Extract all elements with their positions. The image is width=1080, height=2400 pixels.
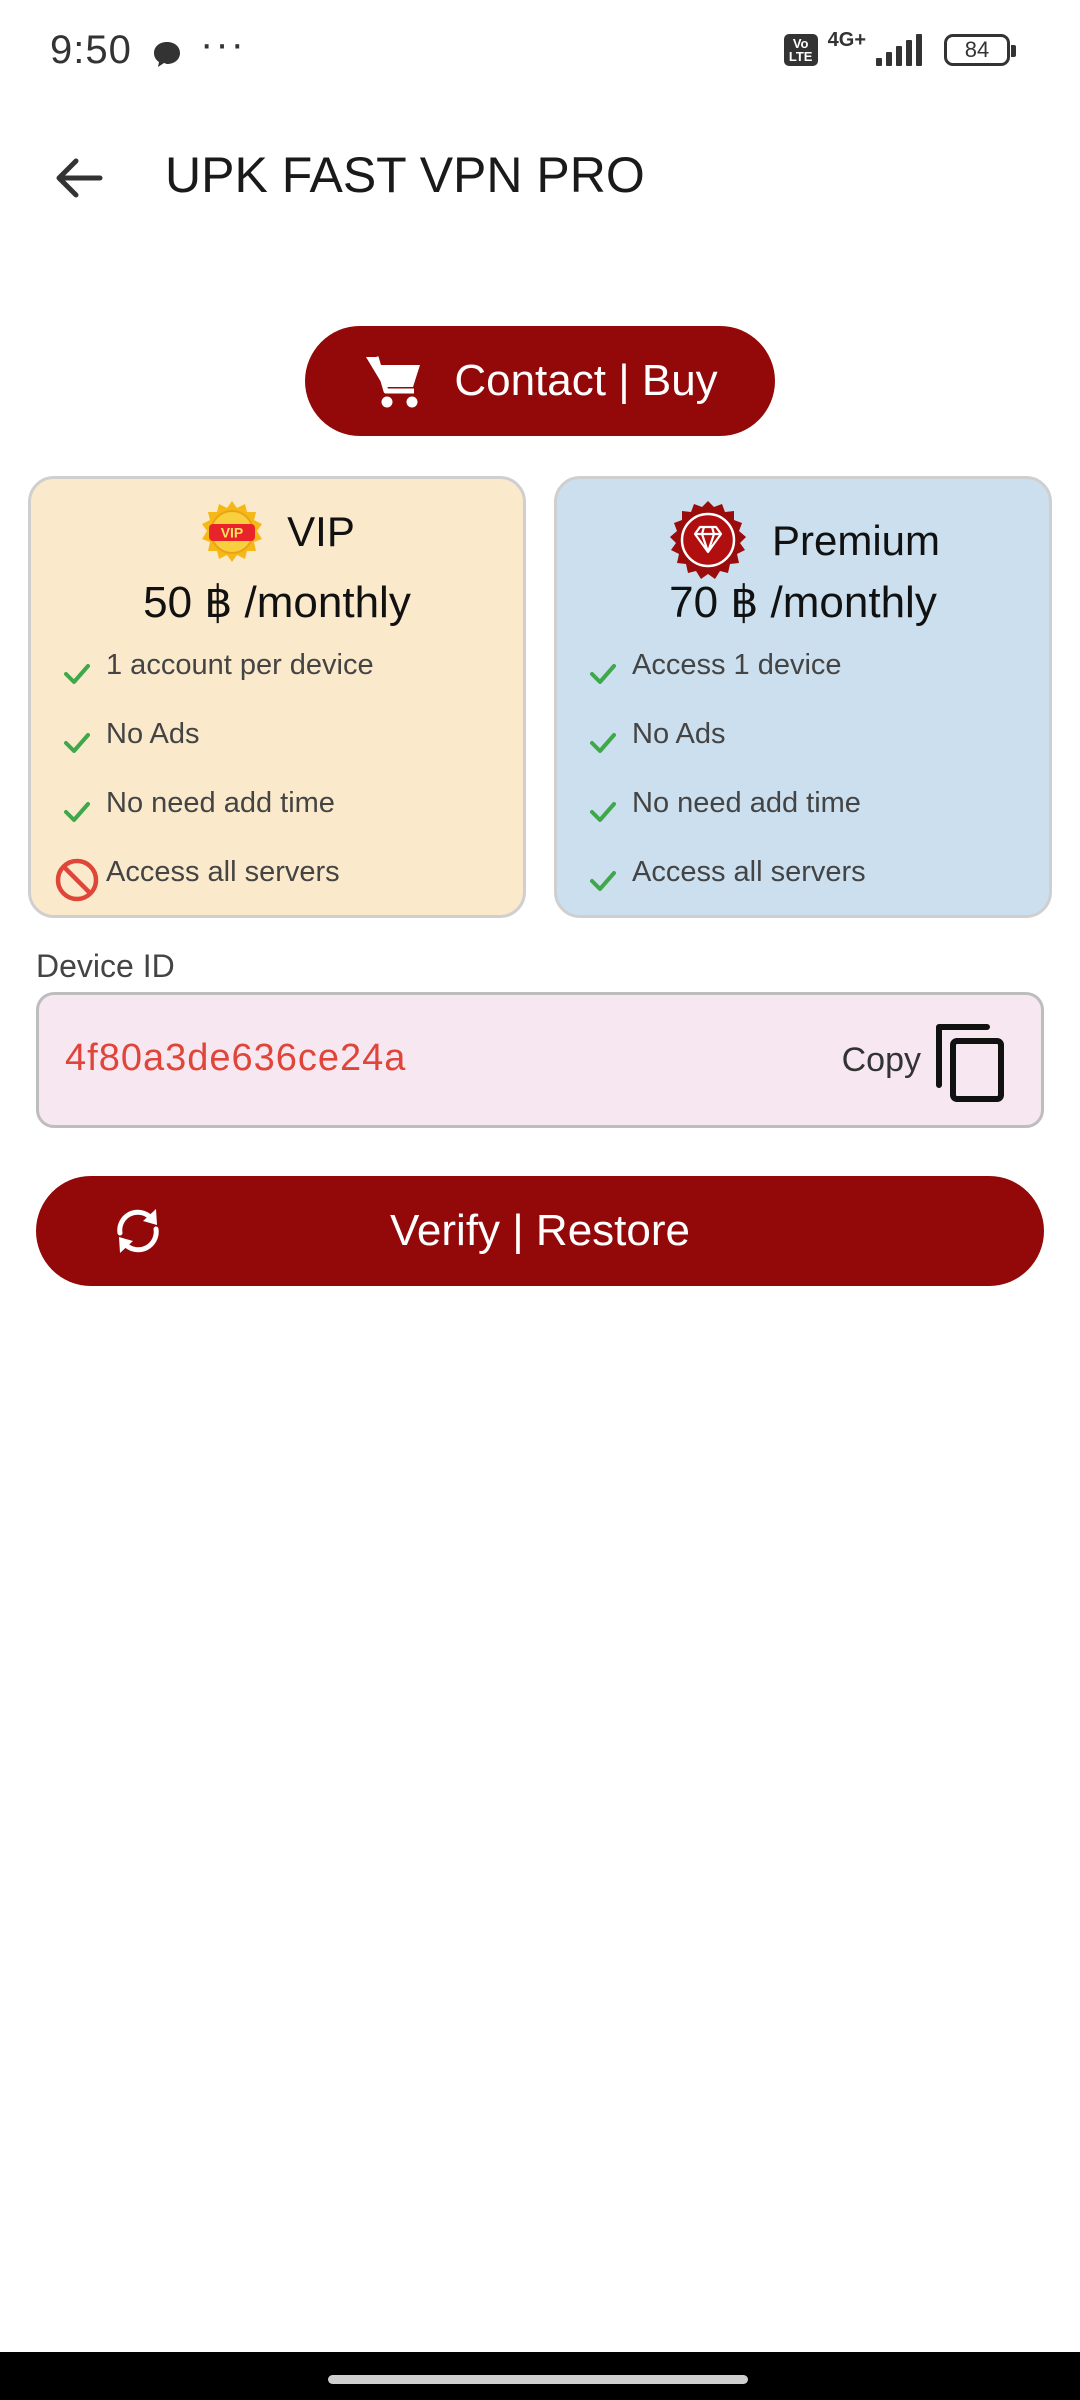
copy-label[interactable]: Copy bbox=[842, 1041, 921, 1080]
device-id-field: 4f80a3de636ce24a Copy bbox=[36, 992, 1044, 1128]
premium-feature-item: Access 1 device bbox=[557, 641, 1049, 701]
premium-plan-price: 70 ฿ /monthly bbox=[669, 578, 937, 627]
check-icon bbox=[579, 856, 627, 904]
system-nav-bar bbox=[0, 2352, 1080, 2400]
check-icon bbox=[579, 787, 627, 835]
vip-feature-item: Access all servers bbox=[31, 848, 523, 908]
device-id-label: Device ID bbox=[36, 948, 175, 984]
volte-icon: Vo LTE bbox=[783, 34, 818, 66]
premium-feature-item: Access all servers bbox=[557, 848, 1049, 908]
page-title: UPK FAST VPN PRO bbox=[165, 147, 645, 203]
device-id-value: 4f80a3de636ce24a bbox=[65, 1037, 407, 1079]
home-gesture-handle[interactable] bbox=[328, 2375, 748, 2384]
more-notifications-icon: ··· bbox=[200, 22, 246, 66]
vip-feature-text: Access all servers bbox=[106, 856, 340, 888]
premium-feature-item: No Ads bbox=[557, 710, 1049, 770]
contact-buy-label: Contact | Buy bbox=[454, 356, 718, 405]
status-icons: Vo LTE 4G+ 84 bbox=[783, 29, 1016, 66]
check-icon bbox=[53, 718, 101, 766]
vip-badge-icon: VIP bbox=[202, 501, 263, 562]
back-button[interactable] bbox=[40, 140, 116, 216]
premium-feature-item: No need add time bbox=[557, 779, 1049, 839]
message-icon bbox=[154, 42, 180, 67]
check-icon bbox=[579, 718, 627, 766]
premium-plan-header: Premium bbox=[557, 499, 1049, 583]
battery-icon: 84 bbox=[944, 34, 1016, 66]
verify-restore-button[interactable]: Verify | Restore bbox=[36, 1176, 1044, 1286]
verify-restore-label: Verify | Restore bbox=[390, 1206, 690, 1255]
check-icon bbox=[579, 649, 627, 697]
vip-feature-item: No need add time bbox=[31, 779, 523, 839]
copy-icon[interactable] bbox=[931, 1019, 1011, 1105]
premium-feature-text: No Ads bbox=[632, 718, 726, 750]
status-time: 9:50 bbox=[50, 28, 132, 72]
blocked-icon bbox=[53, 856, 101, 904]
vip-plan-header: VIP VIP bbox=[31, 499, 523, 565]
vip-plan-price: 50 ฿ /monthly bbox=[143, 578, 411, 627]
vip-feature-text: 1 account per device bbox=[106, 649, 374, 681]
arrow-back-icon bbox=[56, 158, 103, 198]
vip-feature-text: No need add time bbox=[106, 787, 335, 819]
app-bar: UPK FAST VPN PRO bbox=[0, 120, 1080, 230]
vip-feature-item: 1 account per device bbox=[31, 641, 523, 701]
premium-feature-text: Access all servers bbox=[632, 856, 866, 888]
premium-plan-card: Premium 70 ฿ /monthly Access 1 device No… bbox=[554, 476, 1052, 918]
premium-feature-text: Access 1 device bbox=[632, 649, 842, 681]
premium-plan-name: Premium bbox=[771, 517, 941, 564]
check-icon bbox=[53, 787, 101, 835]
diamond-badge-icon bbox=[669, 501, 746, 579]
sync-icon bbox=[117, 1209, 159, 1253]
vip-feature-item: No Ads bbox=[31, 710, 523, 770]
vip-plan-name: VIP bbox=[287, 508, 355, 555]
status-bar: 9:50 ··· Vo LTE 4G+ 84 bbox=[0, 0, 1080, 110]
vip-plan-card: VIP VIP 50 ฿ /monthly 1 account per devi… bbox=[28, 476, 526, 918]
signal-icon bbox=[876, 34, 922, 66]
svg-text:VIP: VIP bbox=[221, 525, 244, 541]
network-type: 4G+ bbox=[827, 28, 866, 51]
cart-icon bbox=[366, 356, 421, 408]
vip-feature-text: No Ads bbox=[106, 718, 200, 750]
contact-buy-button[interactable]: Contact | Buy bbox=[305, 326, 775, 436]
check-icon bbox=[53, 649, 101, 697]
premium-feature-text: No need add time bbox=[632, 787, 861, 819]
battery-level: 84 bbox=[964, 37, 990, 62]
